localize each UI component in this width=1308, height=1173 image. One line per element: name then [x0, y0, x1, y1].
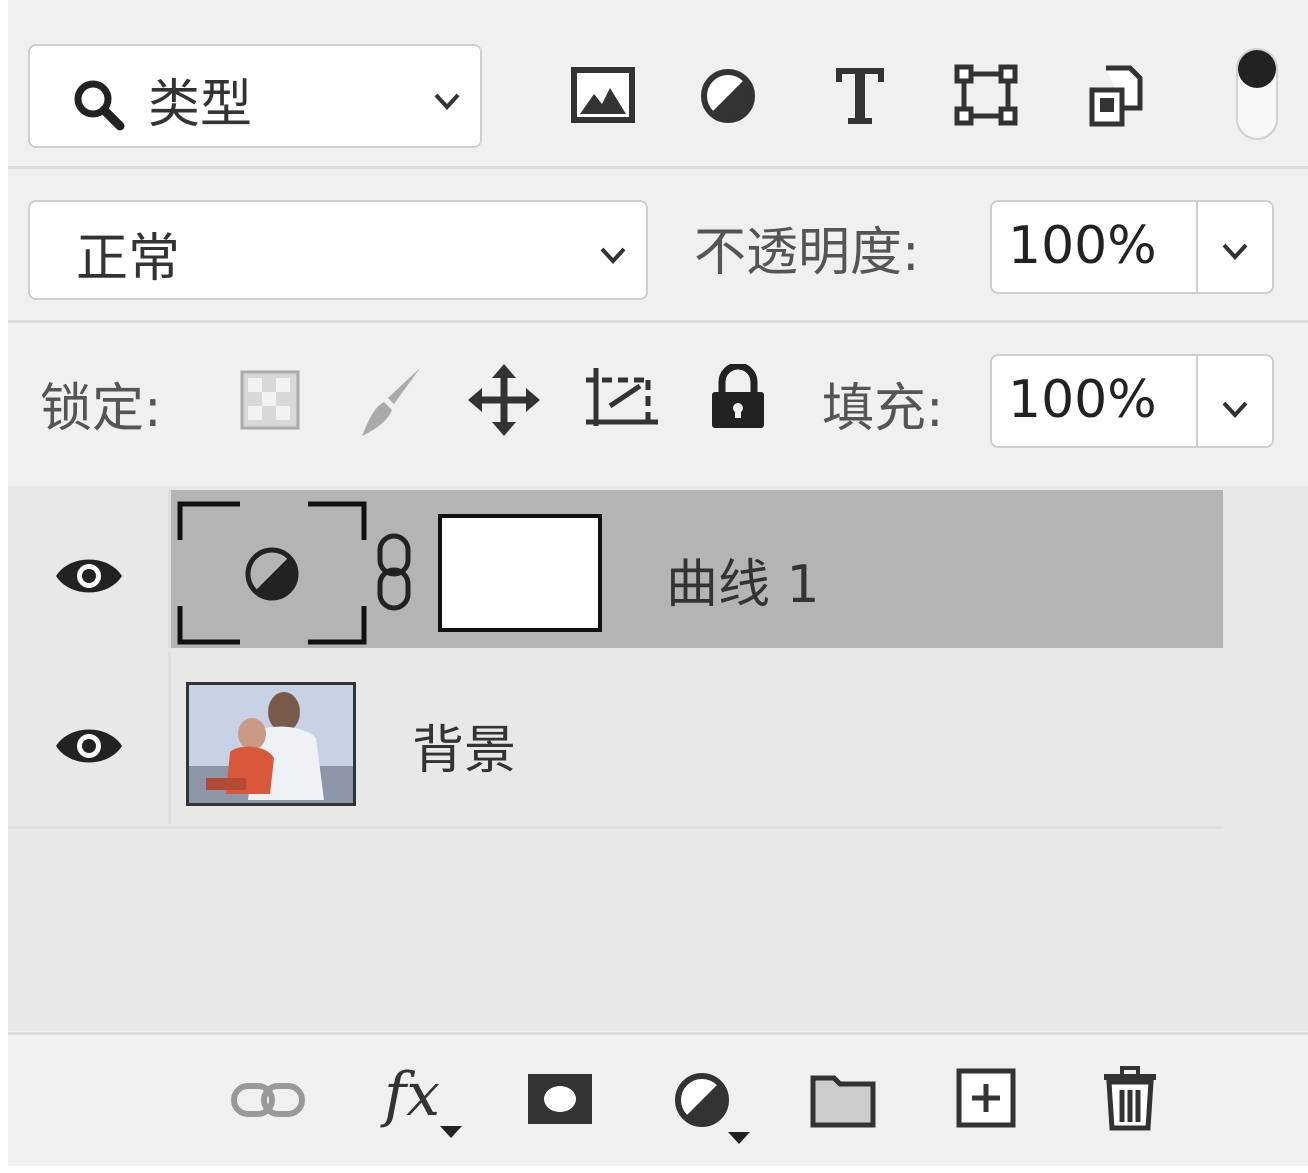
lock-all-icon[interactable]: [708, 364, 768, 430]
fill-field[interactable]: 100%: [990, 354, 1274, 448]
layers-panel: 类型 正常 不透明度: 100% 锁定: 填充: 100% 曲线 1 背景 fx: [8, 0, 1308, 1166]
photo-thumbnail[interactable]: [186, 682, 356, 806]
opacity-field[interactable]: 100%: [990, 200, 1274, 294]
adjustment-filter-icon[interactable]: [698, 66, 758, 126]
smart-object-filter-icon[interactable]: [1086, 64, 1144, 128]
opacity-value[interactable]: 100%: [1008, 216, 1157, 276]
fill-value[interactable]: 100%: [1008, 370, 1157, 430]
chevron-down-icon[interactable]: [1220, 394, 1250, 424]
trash-icon[interactable]: [1100, 1066, 1160, 1132]
filter-type-dropdown[interactable]: 类型: [28, 44, 482, 148]
adjustment-layer-icon[interactable]: [672, 1070, 762, 1146]
lock-transparent-icon[interactable]: [240, 370, 300, 430]
fx-label: fx: [384, 1060, 441, 1130]
layer-mask-thumbnail[interactable]: [438, 514, 602, 632]
lock-label: 锁定:: [40, 379, 162, 439]
image-filter-icon[interactable]: [570, 64, 636, 126]
filter-toggle-icon[interactable]: [1236, 48, 1278, 140]
layer-row-curves[interactable]: 曲线 1: [8, 490, 1223, 648]
filter-type-label: 类型: [148, 75, 253, 135]
new-layer-icon[interactable]: [956, 1068, 1016, 1128]
chevron-down-icon: [600, 247, 626, 264]
eye-icon[interactable]: [54, 554, 124, 598]
new-group-icon[interactable]: [810, 1072, 876, 1128]
shape-filter-icon[interactable]: [954, 64, 1018, 126]
visibility-toggle[interactable]: [8, 490, 168, 648]
fx-icon[interactable]: fx: [384, 1060, 474, 1140]
link-layers-icon[interactable]: [230, 1080, 306, 1120]
lock-artboard-icon[interactable]: [582, 366, 662, 436]
add-mask-icon[interactable]: [526, 1072, 594, 1126]
lock-move-icon[interactable]: [468, 364, 540, 436]
lock-paint-icon[interactable]: [354, 364, 428, 440]
blend-mode-value: 正常: [76, 229, 181, 289]
chain-link-icon[interactable]: [374, 532, 414, 612]
curves-adjustment-icon[interactable]: [176, 500, 372, 646]
eye-icon[interactable]: [54, 724, 124, 768]
layer-name[interactable]: 曲线 1: [666, 542, 820, 617]
chevron-down-icon[interactable]: [1220, 236, 1250, 266]
type-filter-icon[interactable]: [830, 62, 890, 128]
opacity-label: 不透明度:: [694, 223, 920, 283]
layer-row-background[interactable]: 背景: [8, 652, 1223, 824]
layers-bottom-toolbar: fx: [8, 1036, 1308, 1166]
search-icon: [74, 80, 125, 131]
layer-name[interactable]: 背景: [412, 708, 516, 783]
visibility-toggle[interactable]: [8, 652, 168, 824]
layers-scrollbar[interactable]: [1223, 486, 1308, 1031]
fill-label: 填充:: [822, 379, 944, 439]
chevron-down-icon: [434, 93, 460, 110]
blend-mode-dropdown[interactable]: 正常: [28, 200, 648, 300]
